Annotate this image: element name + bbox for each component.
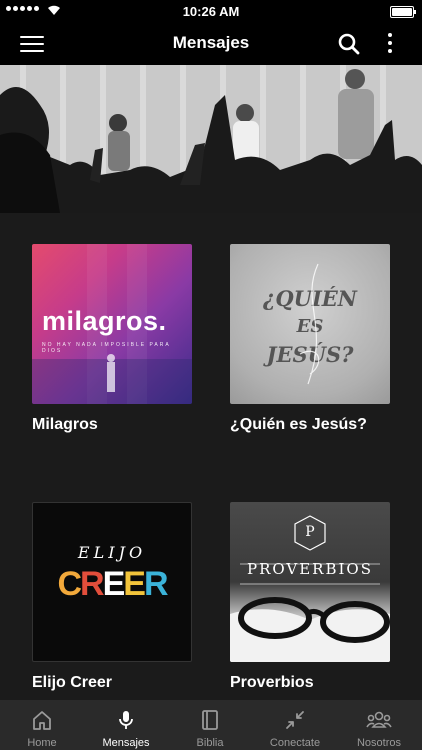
milagros-subtitle-art: NO HAY NADA IMPOSIBLE PARA DIOS xyxy=(42,342,171,354)
series-title: Milagros xyxy=(32,416,98,433)
microphone-icon xyxy=(119,711,133,729)
tab-nosotros[interactable]: Nosotros xyxy=(337,700,421,750)
series-artwork-milagros: milagros. NO HAY NADA IMPOSIBLE PARA DIO… xyxy=(32,244,192,404)
series-card-milagros[interactable]: milagros. NO HAY NADA IMPOSIBLE PARA DIO… xyxy=(32,244,192,434)
bottom-tab-bar: Home Mensajes Biblia Conectate Nosotros xyxy=(0,700,422,750)
tab-label: Conectate xyxy=(269,737,321,749)
series-card-proverbios[interactable]: P PROVERBIOS Proverbios xyxy=(230,502,390,692)
series-artwork-elijo-creer: ELIJO CREER xyxy=(32,502,192,662)
status-time: 10:26 AM xyxy=(182,4,240,19)
tab-label: Home xyxy=(27,737,57,749)
series-title: Proverbios xyxy=(230,674,314,691)
more-options-icon[interactable] xyxy=(386,31,394,55)
proverbios-logo-letter: P xyxy=(305,524,315,540)
status-bar: 10:26 AM xyxy=(0,0,422,22)
search-icon[interactable] xyxy=(338,33,360,55)
tab-conectate[interactable]: Conectate xyxy=(253,700,337,750)
tab-label: Nosotros xyxy=(356,737,402,749)
series-title: ¿Quién es Jesús? xyxy=(230,416,367,433)
group-people-icon xyxy=(366,711,392,728)
tab-biblia[interactable]: Biblia xyxy=(168,700,252,750)
series-artwork-quien-es-jesus: ¿QUIÉN ES JESÚS? xyxy=(230,244,390,404)
milagros-title-art: milagros. xyxy=(42,306,167,336)
series-card-quien-es-jesus[interactable]: ¿QUIÉN ES JESÚS? ¿Quién es Jesús? xyxy=(230,244,390,434)
top-nav-bar: Mensajes xyxy=(0,22,422,65)
tab-home[interactable]: Home xyxy=(0,700,84,750)
series-card-elijo-creer[interactable]: ELIJO CREER Elijo Creer xyxy=(32,502,192,692)
worship-crowd-photo xyxy=(0,65,422,213)
elijo-art-text: ELIJO xyxy=(77,543,147,562)
signature-scribble xyxy=(299,263,320,385)
connect-arrows-icon xyxy=(286,711,304,729)
tab-label: Mensajes xyxy=(102,737,150,749)
messages-grid: milagros. NO HAY NADA IMPOSIBLE PARA DIO… xyxy=(0,213,422,700)
tab-mensajes[interactable]: Mensajes xyxy=(84,700,168,750)
battery-icon xyxy=(390,6,416,18)
series-title: Elijo Creer xyxy=(32,674,113,691)
hero-banner-image xyxy=(0,65,422,213)
tab-label: Biblia xyxy=(196,737,224,749)
bible-book-icon xyxy=(202,710,218,730)
proverbios-art-text: PROVERBIOS xyxy=(246,560,374,578)
series-artwork-proverbios: P PROVERBIOS xyxy=(230,502,390,662)
creer-art-text: CREER xyxy=(57,565,168,603)
home-icon xyxy=(33,711,51,730)
